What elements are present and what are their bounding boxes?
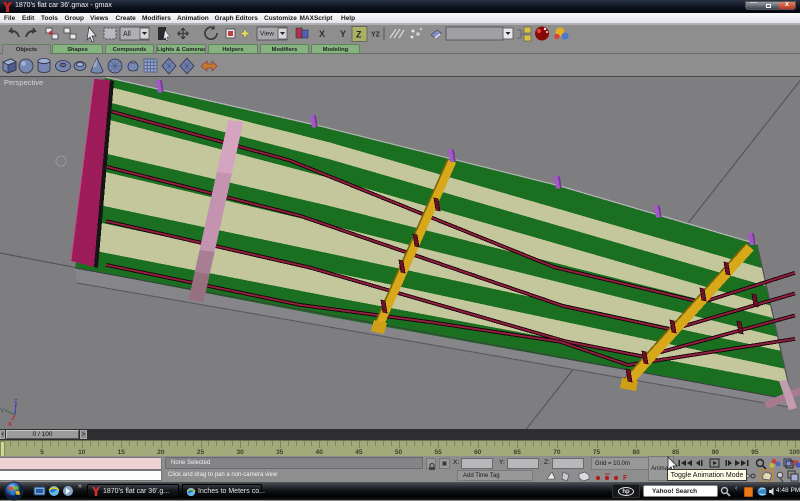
- svg-text:Z: Z: [356, 30, 362, 40]
- svg-text:X: X: [319, 29, 325, 39]
- svg-text:z: z: [14, 398, 18, 405]
- svg-text:F: F: [623, 475, 628, 482]
- svg-text:Y: Y: [340, 29, 346, 39]
- svg-text:Y: Y: [0, 408, 5, 415]
- svg-text:x: x: [8, 421, 12, 428]
- svg-text:All: All: [123, 31, 131, 38]
- svg-text:View: View: [260, 31, 274, 38]
- svg-text:YZ: YZ: [371, 32, 381, 39]
